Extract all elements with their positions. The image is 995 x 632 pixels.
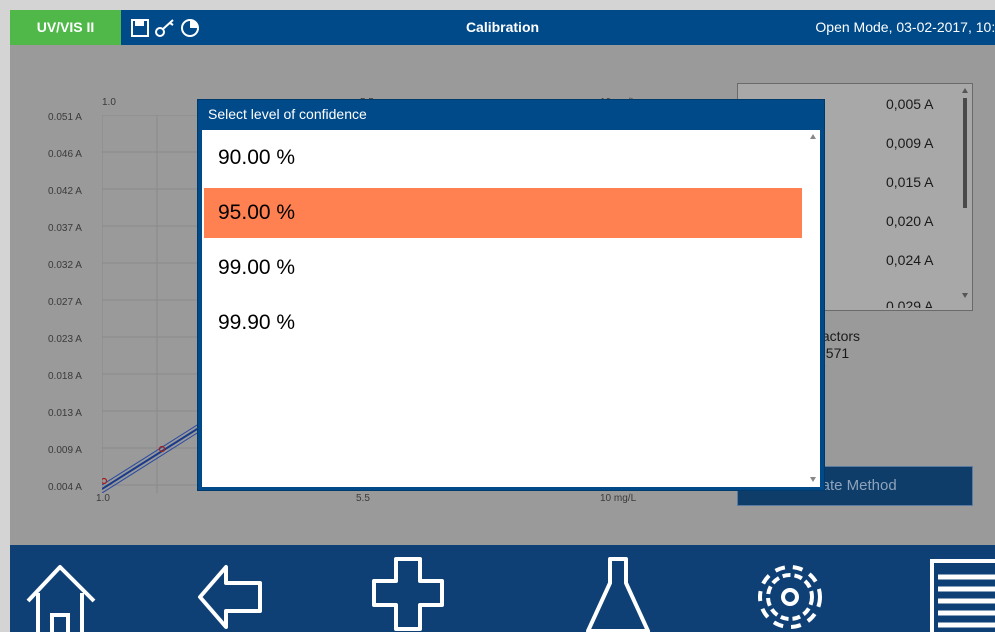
top-bar: Calibration UV/VIS II Open Mode, 03-02-2… [10,10,995,45]
key-icon[interactable] [154,18,176,38]
y-tick-10: 0.009 A [48,445,82,456]
option-label: 99.90 % [218,311,296,334]
flask-icon[interactable] [578,553,658,632]
confidence-options-list[interactable]: 90.00 % 95.00 % 99.00 % 99.90 % [202,130,820,487]
y-tick-7: 0.023 A [48,334,82,345]
list-item-value: 0,024 A [886,252,934,268]
confidence-level-dialog: Select level of confidence 90.00 % 95.00… [198,100,824,490]
app-badge: UV/VIS II [10,10,121,45]
factor-value-1: 3571 [818,345,850,361]
home-icon[interactable] [22,553,102,632]
y-tick-8: 0.018 A [48,371,82,382]
option-label: 90.00 % [218,146,296,169]
dialog-scrollbar[interactable] [808,132,818,484]
plus-icon[interactable] [368,553,448,632]
list-item-value: 0,029 A [886,298,934,308]
y-tick-4: 0.037 A [48,223,82,234]
list-item-value: 0,020 A [886,213,934,229]
data-point [102,477,108,485]
y-tick-6: 0.027 A [48,297,82,308]
y-tick-2: 0.046 A [48,149,82,160]
list-item-value: 0,015 A [886,174,934,190]
bottom-tick-1: 1.0 [96,493,110,504]
factor-value-2: 7 [818,362,860,379]
dialog-title: Select level of confidence [208,106,367,122]
list-item-value: 0,005 A [886,96,934,112]
option-99-9[interactable]: 99.90 % [204,298,802,348]
y-tick-5: 0.032 A [48,260,82,271]
bottom-nav-bar [10,545,995,632]
option-label: 95.00 % [218,201,296,224]
bottom-tick-3: 10 mg/L [600,493,637,504]
top-tick-1: 1.0 [102,97,116,108]
y-tick-3: 0.042 A [48,186,82,197]
option-99[interactable]: 99.00 % [204,243,802,293]
y-tick-11: 0.004 A [48,482,82,493]
factors-heading: factors [818,328,861,344]
bottom-tick-2: 5.5 [356,493,370,504]
settings-gear-icon[interactable] [750,553,830,632]
menu-list-icon[interactable] [928,553,995,632]
app-window: Calibration UV/VIS II Open Mode, 03-02-2… [10,10,995,632]
y-tick-9: 0.013 A [48,408,82,419]
list-item-value: 0,009 A [886,135,934,151]
timer-icon[interactable] [180,18,200,38]
option-95-selected[interactable]: 95.00 % [204,188,802,238]
top-icons [130,18,200,38]
scrollbar[interactable] [960,88,970,298]
save-icon[interactable] [130,18,150,38]
y-tick-1: 0.051 A [48,112,82,123]
factors-info: factors 3571 7 [818,328,860,379]
option-90[interactable]: 90.00 % [204,133,802,183]
status-text: Open Mode, 03-02-2017, 10:2 [815,19,995,35]
back-arrow-icon[interactable] [192,553,272,632]
option-label: 99.00 % [218,256,296,279]
